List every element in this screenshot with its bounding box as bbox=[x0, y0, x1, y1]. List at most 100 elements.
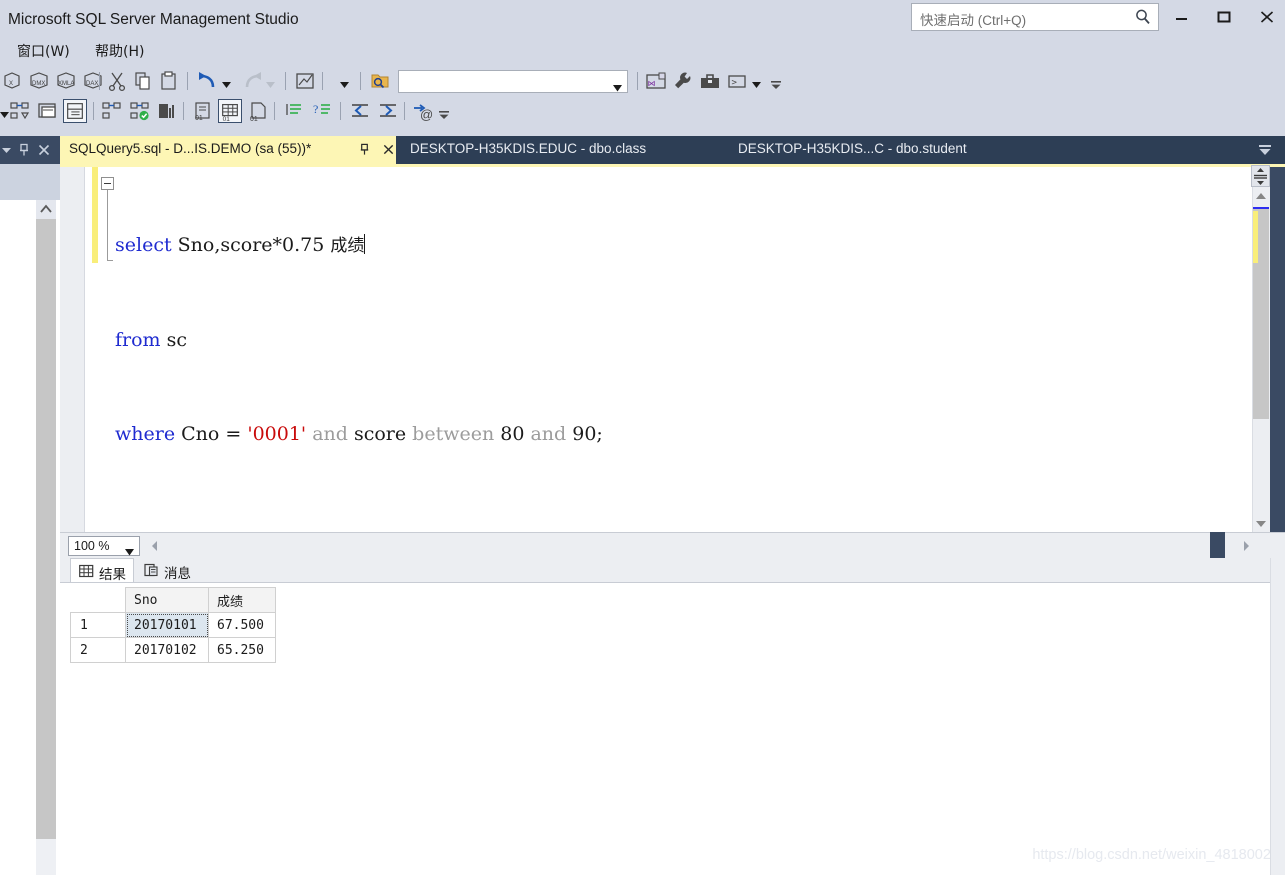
console-icon[interactable]: > bbox=[725, 69, 749, 93]
execute-icon[interactable] bbox=[100, 99, 124, 123]
token-keyword: select bbox=[115, 234, 172, 256]
query-options-icon[interactable]: 01 bbox=[246, 99, 270, 123]
tab-results[interactable]: 结果 bbox=[70, 558, 134, 583]
chevron-down-icon[interactable] bbox=[0, 143, 14, 157]
find-in-files-icon[interactable] bbox=[368, 69, 392, 93]
scroll-left-icon[interactable] bbox=[148, 539, 162, 553]
row-number[interactable]: 2 bbox=[70, 637, 126, 663]
parse-check-icon[interactable] bbox=[128, 99, 152, 123]
results-grid[interactable]: Sno 成绩 1 20170101 67.500 2 20170102 65.2… bbox=[70, 587, 276, 663]
redo-icon[interactable] bbox=[240, 69, 264, 93]
toolbar-separator bbox=[360, 72, 361, 90]
results-to-grid-icon[interactable] bbox=[63, 99, 87, 123]
results-table: Sno 成绩 1 20170101 67.500 2 20170102 65.2… bbox=[70, 587, 276, 663]
collapse-minus-icon[interactable] bbox=[101, 177, 114, 190]
minimize-button[interactable] bbox=[1166, 4, 1200, 30]
tab-dbo-student[interactable]: DESKTOP-H35KDIS...C - dbo.student bbox=[686, 136, 1060, 164]
toolbar-separator bbox=[99, 72, 100, 90]
panel-scrollbar[interactable] bbox=[36, 200, 56, 875]
table-row[interactable]: 2 20170102 65.250 bbox=[70, 637, 276, 663]
scrollbar-change-marker bbox=[1253, 211, 1258, 263]
scroll-up-icon[interactable] bbox=[36, 200, 56, 219]
column-header-rownum[interactable] bbox=[70, 587, 126, 613]
results-vertical-scrollbar[interactable] bbox=[1270, 558, 1285, 875]
tab-label: SQLQuery5.sql - D...IS.DEMO (sa (55))* bbox=[69, 141, 312, 156]
comment-icon[interactable] bbox=[282, 99, 306, 123]
increase-indent-icon[interactable] bbox=[376, 99, 400, 123]
scroll-down-icon[interactable] bbox=[1252, 515, 1270, 532]
console-dropdown-icon[interactable] bbox=[752, 77, 761, 88]
toolbar-overflow-icon[interactable] bbox=[770, 79, 782, 91]
stop-icon[interactable] bbox=[155, 99, 179, 123]
decrease-indent-icon[interactable] bbox=[348, 99, 372, 123]
toolbar-dropdown-icon[interactable] bbox=[340, 77, 349, 88]
cell-score[interactable]: 65.250 bbox=[208, 637, 276, 663]
new-query-dmx-icon[interactable]: DMX bbox=[27, 69, 51, 93]
column-header-sno[interactable]: Sno bbox=[125, 587, 209, 613]
specify-values-icon[interactable]: @ bbox=[410, 99, 434, 123]
toolbox-icon[interactable] bbox=[698, 69, 722, 93]
cell-score[interactable]: 67.500 bbox=[208, 612, 276, 638]
cut-icon[interactable] bbox=[105, 69, 129, 93]
toolbar-separator bbox=[93, 102, 94, 120]
title-bar: Microsoft SQL Server Management Studio 快… bbox=[0, 0, 1285, 40]
uncomment-icon[interactable]: ? bbox=[310, 99, 334, 123]
scroll-up-icon[interactable] bbox=[1252, 188, 1270, 205]
message-icon bbox=[144, 563, 159, 578]
table-row[interactable]: 1 20170101 67.500 bbox=[70, 612, 276, 638]
quick-launch-input[interactable]: 快速启动 (Ctrl+Q) bbox=[911, 3, 1159, 31]
close-button[interactable] bbox=[1251, 4, 1285, 30]
watermark-text: https://blog.csdn.net/weixin_48180029 bbox=[1032, 847, 1279, 863]
row-number[interactable]: 1 bbox=[70, 612, 126, 638]
cell-sno[interactable]: 20170102 bbox=[125, 637, 209, 663]
close-icon[interactable] bbox=[382, 143, 395, 156]
undo-icon[interactable] bbox=[196, 69, 220, 93]
svg-text:⋈: ⋈ bbox=[648, 79, 656, 88]
scrollbar-thumb[interactable] bbox=[36, 219, 56, 839]
analyze-query-icon[interactable] bbox=[293, 69, 317, 93]
paste-icon[interactable] bbox=[157, 69, 181, 93]
redo-dropdown-icon[interactable] bbox=[266, 77, 275, 88]
code-line-1: select Sno,score*0.75 成绩 bbox=[115, 230, 1215, 262]
properties-wrench-icon[interactable] bbox=[671, 69, 695, 93]
connect-object-icon[interactable] bbox=[8, 99, 32, 123]
tab-messages[interactable]: 消息 bbox=[136, 558, 200, 583]
code-content[interactable]: select Sno,score*0.75 成绩 from sc where C… bbox=[115, 167, 1215, 532]
editor-indicator-margin bbox=[60, 167, 85, 532]
new-query-sql-icon[interactable]: X bbox=[0, 69, 24, 93]
display-estimated-plan-icon[interactable]: 01 bbox=[218, 99, 242, 123]
database-combo[interactable] bbox=[398, 70, 628, 93]
pin-icon[interactable] bbox=[358, 143, 371, 156]
object-explorer-icon[interactable]: ⋈ bbox=[644, 69, 668, 93]
document-tab-strip: SQLQuery5.sql - D...IS.DEMO (sa (55))* D… bbox=[60, 136, 1285, 164]
close-icon[interactable] bbox=[37, 143, 51, 157]
available-databases-icon[interactable] bbox=[36, 99, 60, 123]
copy-icon[interactable] bbox=[131, 69, 155, 93]
new-query-dax-icon[interactable]: DAX bbox=[81, 69, 105, 93]
new-query-xmla-icon[interactable]: XMLA bbox=[54, 69, 78, 93]
tab-dbo-class[interactable]: DESKTOP-H35KDIS.EDUC - dbo.class bbox=[396, 136, 686, 164]
token-keyword: from bbox=[115, 328, 161, 351]
column-header-score[interactable]: 成绩 bbox=[208, 587, 276, 613]
panel-header bbox=[0, 136, 60, 164]
token-text: Cno = bbox=[175, 423, 248, 445]
toolbar-overflow-icon[interactable] bbox=[438, 109, 450, 121]
token-operator: and bbox=[306, 423, 348, 445]
menu-item-help[interactable]: 帮助(H) bbox=[90, 43, 149, 62]
tab-list-dropdown-icon[interactable] bbox=[1257, 143, 1273, 157]
token-number: 80 bbox=[494, 423, 525, 445]
include-actual-plan-icon[interactable]: 01 bbox=[191, 99, 215, 123]
split-pane-icon[interactable] bbox=[1251, 165, 1270, 187]
menu-item-window[interactable]: 窗口(W) bbox=[12, 43, 75, 62]
zoom-level-combo[interactable]: 100 % bbox=[68, 536, 140, 556]
undo-dropdown-icon[interactable] bbox=[222, 77, 231, 88]
maximize-button[interactable] bbox=[1208, 4, 1242, 30]
tab-sqlquery5[interactable]: SQLQuery5.sql - D...IS.DEMO (sa (55))* bbox=[60, 136, 396, 164]
svg-text:@: @ bbox=[420, 107, 433, 122]
scroll-right-icon[interactable] bbox=[1239, 539, 1253, 553]
pin-icon[interactable] bbox=[17, 143, 31, 157]
token-text: sc bbox=[160, 328, 188, 351]
sql-editor[interactable]: select Sno,score*0.75 成绩 from sc where C… bbox=[60, 165, 1285, 532]
scrollbar-caret-marker bbox=[1253, 207, 1269, 209]
cell-sno[interactable]: 20170101 bbox=[125, 612, 209, 638]
